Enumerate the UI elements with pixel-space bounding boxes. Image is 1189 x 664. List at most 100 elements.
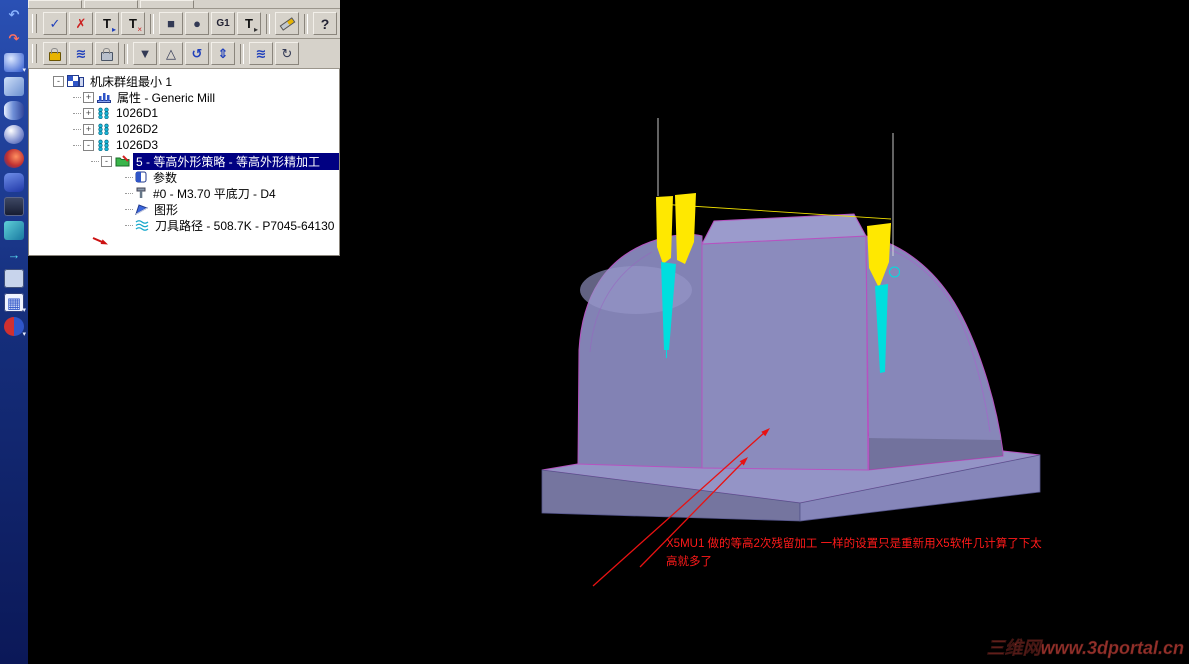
- verify-clear-button[interactable]: ✗: [69, 12, 93, 35]
- tree-row-properties[interactable]: + 属性 - Generic Mill: [29, 89, 339, 105]
- tree-row-insert-marker[interactable]: [29, 233, 339, 249]
- redo-icon[interactable]: ↷: [4, 29, 24, 48]
- tree-item-label: 1026D2: [116, 122, 159, 136]
- lock-icon: [49, 47, 61, 61]
- tree-row-machine-group[interactable]: - 机床群组最小 1: [29, 73, 339, 89]
- tree-row-parameters[interactable]: 参数: [29, 169, 339, 185]
- tree-item-label: 1026D3: [116, 138, 159, 152]
- sphere-icon[interactable]: [4, 125, 24, 144]
- square-icon: ■: [167, 16, 175, 31]
- torus-icon[interactable]: [4, 149, 24, 168]
- tree-row-group-1026D3[interactable]: - 1026D3: [29, 137, 339, 153]
- graphics-viewport[interactable]: X5MU1 做的等高2次残留加工 一样的设置只是重新用X5软件几计算了下太 高就…: [340, 0, 1189, 664]
- right-dome-face: [865, 235, 1004, 471]
- tree-row-group-1026D2[interactable]: + 1026D2: [29, 121, 339, 137]
- cube-icon[interactable]: [4, 221, 24, 240]
- shaded-display-button[interactable]: ●: [185, 12, 209, 35]
- toolbar-grip[interactable]: [32, 14, 37, 33]
- dropdown-button[interactable]: ▼: [133, 42, 157, 65]
- solid-icon[interactable]: [4, 173, 24, 192]
- waves-icon: ≋: [75, 45, 87, 61]
- accent-arrow-icon: ▸: [111, 25, 116, 34]
- toolbar-separator: [150, 13, 154, 34]
- triangle-button[interactable]: △: [159, 42, 183, 65]
- stock-display-button[interactable]: ■: [159, 12, 183, 35]
- tool-icon: [135, 187, 147, 199]
- tree-row-toolpath-file[interactable]: 刀具路径 - 508.7K - P7045-64130: [29, 217, 339, 233]
- toolpath-group-icon: [97, 107, 110, 119]
- undo-glyph: ↶: [8, 6, 20, 22]
- clipped-toolbar-button[interactable]: [84, 0, 138, 8]
- dark-panel-icon[interactable]: [4, 197, 24, 216]
- clipped-toolbar-button[interactable]: [140, 0, 194, 8]
- half-pie-icon[interactable]: ▾: [4, 317, 26, 338]
- tree-connector: [125, 208, 133, 210]
- t-letter-icon: T: [103, 16, 111, 31]
- expand-box[interactable]: -: [53, 75, 64, 87]
- tree-item-label: 刀具路径 - 508.7K - P7045-64130: [155, 218, 335, 233]
- tree-item-label: 1026D1: [116, 106, 159, 120]
- left-toolbar-rail: ↶ ↷ ▾ → ▦ ▾ ▾: [0, 0, 28, 664]
- center-face: [701, 235, 869, 471]
- tree-connector: [73, 128, 81, 130]
- reorder-button[interactable]: ⇕: [211, 42, 235, 65]
- clipped-toolbar-button[interactable]: [28, 0, 82, 8]
- check-icon: ✓: [49, 15, 61, 31]
- trim-knife-button[interactable]: [275, 12, 299, 35]
- tree-item-label: 图形: [154, 202, 179, 217]
- toolpath-waves-button[interactable]: ≋: [69, 42, 93, 65]
- help-icon: ?: [320, 15, 330, 32]
- plane-icon[interactable]: [4, 77, 24, 96]
- orbit-button[interactable]: ↻: [275, 42, 299, 65]
- t-letter-icon: T: [129, 16, 137, 31]
- blob-icon: ●: [193, 16, 201, 31]
- tree-row-geometry[interactable]: 图形: [29, 201, 339, 217]
- lock-button[interactable]: [43, 42, 67, 65]
- flow-arrow-icon[interactable]: →: [4, 245, 24, 264]
- tree-row-group-1026D1[interactable]: + 1026D1: [29, 105, 339, 121]
- grid-icon[interactable]: ▦ ▾: [4, 293, 26, 314]
- top-toolbar-row-1: ✓ ✗ T ▸ T × ■ ● G1 T ▸ ?: [28, 9, 340, 39]
- toolbar-separator: [304, 13, 308, 34]
- shaded-sphere-icon[interactable]: ▾: [4, 53, 26, 74]
- expand-box[interactable]: +: [83, 107, 94, 119]
- triangle-icon: △: [166, 45, 176, 61]
- help-button[interactable]: ?: [313, 12, 337, 35]
- tree-connector: [125, 176, 133, 178]
- tree-connector: [125, 192, 133, 194]
- toolbar-separator: [240, 43, 244, 64]
- regenerate-button[interactable]: ↺: [185, 42, 209, 65]
- verify-select-button[interactable]: ✓: [43, 12, 67, 35]
- tree-connector: [73, 112, 81, 114]
- g1-filter-button[interactable]: G1: [211, 12, 235, 35]
- parameters-icon: [135, 171, 147, 183]
- tree-item-label: 属性 - Generic Mill: [117, 90, 216, 105]
- tree-connector: [73, 96, 81, 98]
- accent-arrow-icon: ▸: [253, 25, 258, 34]
- annotation-text-line-1: X5MU1 做的等高2次残留加工 一样的设置只是重新用X5软件几计算了下太: [666, 536, 1042, 550]
- expand-box[interactable]: -: [101, 155, 112, 167]
- tree-row-operation-5[interactable]: - 5 - 等高外形策略 - 等高外形精加工: [29, 152, 339, 170]
- knife-icon: [279, 16, 295, 31]
- t-letter-icon: T: [245, 16, 253, 31]
- cross-icon: ✗: [75, 15, 87, 31]
- deselect-toolpath-button[interactable]: T ×: [121, 12, 145, 35]
- tree-connector: [73, 144, 81, 146]
- grid-glyph: ▦: [6, 294, 22, 312]
- expand-box[interactable]: +: [83, 123, 94, 135]
- toolpath-arrow-button[interactable]: T ▸: [237, 12, 261, 35]
- tree-row-tool[interactable]: #0 - M3.70 平底刀 - D4: [29, 185, 339, 201]
- select-toolpath-button[interactable]: T ▸: [95, 12, 119, 35]
- undo-icon[interactable]: ↶: [4, 5, 24, 24]
- chevron-down-icon: ▼: [138, 46, 152, 61]
- cylinder-icon[interactable]: [4, 101, 24, 120]
- expand-box[interactable]: -: [83, 139, 94, 151]
- expand-box[interactable]: +: [83, 91, 94, 103]
- tree-connector: [91, 160, 99, 162]
- panel-icon[interactable]: [4, 269, 24, 288]
- waves-button[interactable]: ≋: [249, 42, 273, 65]
- lock-alt-button[interactable]: [95, 42, 119, 65]
- left-panel: ✓ ✗ T ▸ T × ■ ● G1 T ▸ ? ≋ ▼ △ ↺ ⇕ ≋ ↻ -…: [28, 0, 340, 664]
- arrow-glyph: →: [7, 247, 21, 262]
- toolbar-grip[interactable]: [32, 44, 37, 63]
